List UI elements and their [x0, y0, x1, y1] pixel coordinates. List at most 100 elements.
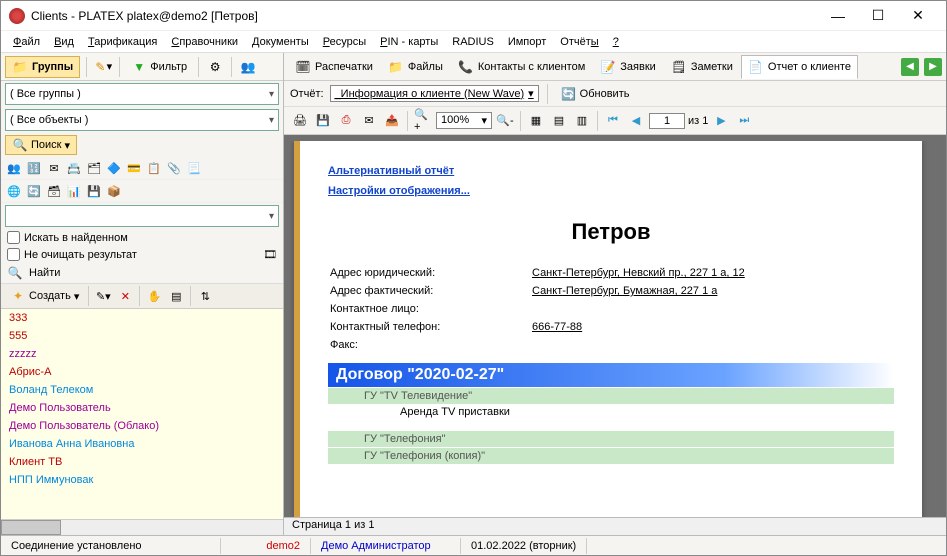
menu-reports[interactable]: Отчёты: [554, 34, 604, 50]
list-item[interactable]: zzzzz: [1, 345, 283, 363]
menu-pin[interactable]: PIN - карты: [374, 34, 444, 50]
list-item[interactable]: Абрис-А: [1, 363, 283, 381]
groups-combo[interactable]: ( Все группы ) ▾: [5, 83, 279, 105]
status-db: demo2: [221, 538, 311, 554]
nav-last[interactable]: ⏭: [734, 111, 754, 131]
service-row: ГУ "TV Телевидение": [328, 387, 894, 404]
config-button[interactable]: ⚙: [205, 57, 225, 77]
objects-combo[interactable]: ( Все объекты ) ▾: [5, 109, 279, 131]
zoom-in[interactable]: 🔍+: [413, 111, 433, 131]
client-list[interactable]: 333 555 zzzzz Абрис-А Воланд Телеком Дем…: [1, 309, 283, 519]
tab-next[interactable]: ▶: [924, 58, 942, 76]
create-button[interactable]: ✦ Создать▾: [5, 286, 84, 306]
menu-tarif[interactable]: Тарификация: [82, 34, 163, 50]
tool-btn[interactable]: 📦: [105, 182, 123, 200]
export-button[interactable]: 📤: [382, 111, 402, 131]
tab-contacts[interactable]: 📞Контакты с клиентом: [451, 55, 592, 79]
tab-files[interactable]: 📁Файлы: [381, 55, 450, 79]
report-select[interactable]: _Информация о клиенте (New Wave) ▾: [330, 85, 539, 102]
nav-prev[interactable]: ◀: [626, 111, 646, 131]
find-button[interactable]: Найти: [29, 267, 60, 279]
phone-label: Контактный телефон:: [330, 319, 530, 335]
tab-requests[interactable]: 📝Заявки: [593, 55, 663, 79]
persons-button[interactable]: 👥: [238, 57, 258, 77]
edit-item[interactable]: ✎▾: [93, 286, 113, 306]
tool-btn[interactable]: 👥: [5, 159, 23, 177]
chk-search-inside[interactable]: [7, 231, 20, 244]
gear-icon: ⚙: [207, 59, 223, 75]
hscrollbar[interactable]: [1, 519, 283, 535]
tool-btn[interactable]: 🔷: [105, 159, 123, 177]
filter-button[interactable]: ▼ Фильтр: [126, 57, 192, 77]
edit-button[interactable]: ✎▾: [93, 57, 113, 77]
mail-button[interactable]: ✉: [359, 111, 379, 131]
list-item[interactable]: Иванова Анна Ивановна: [1, 435, 283, 453]
maximize-button[interactable]: ☐: [858, 2, 898, 30]
nav-next[interactable]: ▶: [711, 111, 731, 131]
tool-btn[interactable]: ✉: [45, 159, 63, 177]
app-icon: [9, 8, 25, 24]
menu-docs[interactable]: Документы: [246, 34, 315, 50]
search-input[interactable]: ▾: [5, 205, 279, 227]
tab-prints[interactable]: 🗓Распечатки: [288, 55, 380, 79]
page-input[interactable]: 1: [649, 113, 685, 129]
print-button[interactable]: 🖨: [290, 111, 310, 131]
layout-1[interactable]: ▦: [526, 111, 546, 131]
tab-label: Отчет о клиенте: [768, 61, 851, 73]
tab-report[interactable]: 📄Отчет о клиенте: [741, 55, 858, 79]
layout-3[interactable]: ▥: [572, 111, 592, 131]
layout-2[interactable]: ▤: [549, 111, 569, 131]
tool-btn[interactable]: 📊: [65, 182, 83, 200]
zoom-value[interactable]: 100%▾: [436, 112, 492, 129]
phone-value: 666-77-88: [532, 319, 755, 335]
tool-btn[interactable]: 📎: [165, 159, 183, 177]
alt-report-link[interactable]: Альтернативный отчёт: [328, 165, 454, 177]
tab-notes[interactable]: 🗒Заметки: [664, 55, 740, 79]
menu-res[interactable]: Ресурсы: [317, 34, 372, 50]
tool-btn[interactable]: 💳: [125, 159, 143, 177]
chevron-down-icon: ▾: [269, 89, 274, 100]
tool-btn[interactable]: 🌐: [5, 182, 23, 200]
settings-link[interactable]: Настройки отображения...: [328, 185, 470, 197]
nav-first[interactable]: ⏮: [603, 111, 623, 131]
tool-btn[interactable]: 📋: [145, 159, 163, 177]
menu-import[interactable]: Импорт: [502, 34, 552, 50]
menu-file[interactable]: Файл: [7, 34, 46, 50]
groups-button[interactable]: 📁 Группы: [5, 56, 80, 78]
sort-item[interactable]: ⇅: [195, 286, 215, 306]
chk-search-inside-label: Искать в найденном: [24, 232, 128, 244]
list-item[interactable]: 555: [1, 327, 283, 345]
list-item[interactable]: 333: [1, 309, 283, 327]
delete-item[interactable]: ✕: [115, 286, 135, 306]
tool-btn[interactable]: 🔄: [25, 182, 43, 200]
tool-btn[interactable]: 🗃: [45, 182, 63, 200]
menu-ref[interactable]: Справочники: [165, 34, 244, 50]
tool-btn[interactable]: 🗂: [85, 159, 103, 177]
minimize-button[interactable]: —: [818, 2, 858, 30]
hand-item[interactable]: ✋: [144, 286, 164, 306]
pdf-button[interactable]: ⎙: [336, 111, 356, 131]
video-icon[interactable]: 🎞: [263, 248, 277, 261]
menu-help[interactable]: ?: [607, 34, 625, 50]
refresh-button[interactable]: 🔄 Обновить: [556, 84, 635, 104]
tool-btn[interactable]: 🔢: [25, 159, 43, 177]
menu-radius[interactable]: RADIUS: [446, 34, 500, 50]
close-button[interactable]: ✕: [898, 2, 938, 30]
list-item[interactable]: Демо Пользователь (Облако): [1, 417, 283, 435]
tool-btn[interactable]: 📇: [65, 159, 83, 177]
list-item[interactable]: Демо Пользователь: [1, 399, 283, 417]
tool-btn[interactable]: 📃: [185, 159, 203, 177]
list-item[interactable]: НПП Иммуновак: [1, 471, 283, 489]
chk-no-clear[interactable]: [7, 248, 20, 261]
list-item[interactable]: Воланд Телеком: [1, 381, 283, 399]
zoom-out[interactable]: 🔍-: [495, 111, 515, 131]
tool-btn[interactable]: 💾: [85, 182, 103, 200]
list-item[interactable]: Клиент ТВ: [1, 453, 283, 471]
status-conn: Соединение установлено: [1, 538, 221, 554]
list-item-btn[interactable]: ▤: [166, 286, 186, 306]
tab-prev[interactable]: ◀: [901, 58, 919, 76]
search-button[interactable]: 🔍 Поиск ▾: [5, 135, 77, 155]
menu-view[interactable]: Вид: [48, 34, 80, 50]
notes-icon: 🗒: [671, 59, 687, 75]
save-button[interactable]: 💾: [313, 111, 333, 131]
